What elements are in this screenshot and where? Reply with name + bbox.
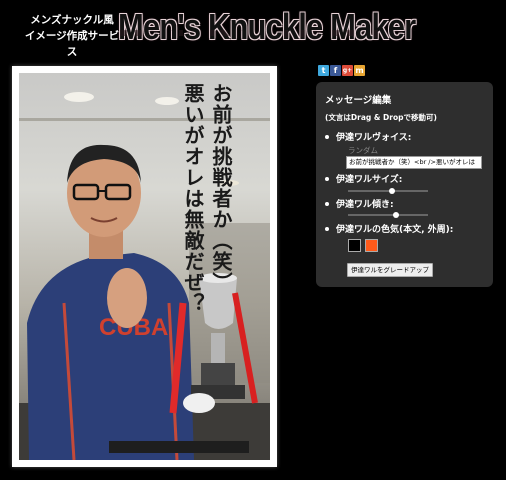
google-plus-icon[interactable]: g+: [342, 65, 353, 76]
bullet: [325, 135, 329, 139]
tagline: メンズナックル風 イメージ作成サービス: [22, 12, 122, 60]
site-logo-reflection: Men's Knuckle Maker: [118, 30, 415, 44]
tagline-line-1: メンズナックル風: [30, 14, 114, 26]
photo-frame: CUBA お前が挑戦者か（笑） 悪いがオレは無敵だぜ？: [12, 66, 277, 467]
overlay-message-2[interactable]: 悪いがオレは無敵だぜ？: [181, 83, 205, 314]
voice-label: 伊達ワルヴォイス:: [336, 133, 412, 143]
knuckle-photo[interactable]: CUBA お前が挑戦者か（笑） 悪いがオレは無敵だぜ？: [19, 73, 270, 460]
twitter-icon[interactable]: t: [318, 65, 329, 76]
text-color-swatch[interactable]: [348, 239, 361, 252]
tilt-slider[interactable]: [348, 212, 428, 218]
bullet: [325, 177, 329, 181]
message-edit-panel: メッセージ編集 (文言はDrag & Dropで移動可) 伊達ワルヴォイス: ラ…: [316, 82, 493, 287]
size-slider[interactable]: [348, 188, 428, 194]
voice-text-input[interactable]: お前が挑戦者か（笑）<br />悪いがオレは: [346, 156, 482, 169]
mixi-icon[interactable]: m: [354, 65, 365, 76]
tagline-line-2: イメージ作成サービス: [24, 30, 120, 58]
size-slider-knob[interactable]: [389, 188, 395, 194]
size-label: 伊達ワルサイズ:: [336, 175, 403, 185]
overlay-message-1[interactable]: お前が挑戦者か（笑）: [209, 83, 233, 293]
panel-title: メッセージ編集: [325, 95, 392, 106]
tilt-slider-knob[interactable]: [393, 212, 399, 218]
outline-color-swatch[interactable]: [365, 239, 378, 252]
bullet: [325, 227, 329, 231]
facebook-icon[interactable]: f: [330, 65, 341, 76]
bullet: [325, 202, 329, 206]
panel-hint: (文言はDrag & Dropで移動可): [325, 113, 437, 122]
color-label: 伊達ワルの色気(本文, 外周):: [336, 225, 454, 235]
voice-random-label: ランダム: [348, 146, 378, 155]
tilt-label: 伊達ワル傾き:: [336, 200, 394, 210]
social-icons: t f g+ m: [318, 65, 365, 76]
upgrade-button[interactable]: 伊達ワルをグレードアップ: [347, 263, 433, 277]
